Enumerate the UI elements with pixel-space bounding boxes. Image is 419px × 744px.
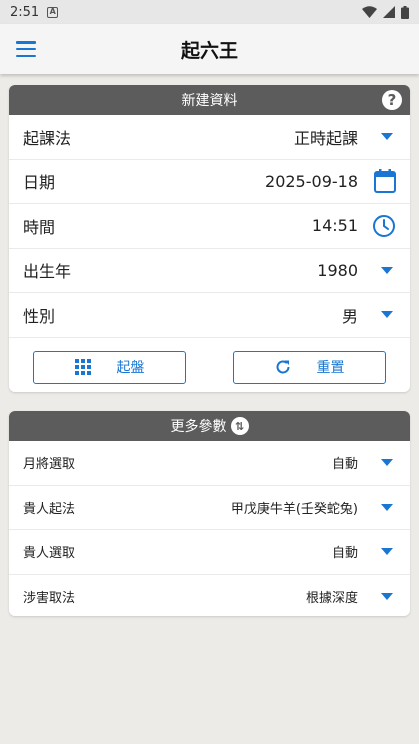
calendar-icon[interactable] (374, 169, 396, 194)
card-header: 新建資料 ? (9, 85, 410, 115)
start-button-label: 起盤 (116, 360, 145, 376)
status-time: 2:51 (10, 4, 40, 20)
month-general-value: 自動 (331, 457, 358, 473)
birth-year-label: 出生年 (23, 262, 72, 282)
card-header-title: 新建資料 (181, 93, 238, 109)
noble-select-label: 貴人選取 (23, 546, 76, 562)
more-params-card: 更多參數 ⇅ 月將選取 自動 貴人起法 甲戊庚牛羊(壬癸蛇兔) 貴人選取 自動 … (9, 411, 410, 616)
time-value: 14:51 (311, 216, 358, 236)
app-bar: 起六王 (0, 24, 419, 74)
time-row[interactable]: 時間 14:51 (9, 204, 410, 249)
dropdown-arrow-icon[interactable] (381, 548, 393, 556)
harm-method-label: 涉害取法 (23, 591, 76, 607)
start-button[interactable]: 起盤 (33, 350, 186, 384)
noble-method-row[interactable]: 貴人起法 甲戊庚牛羊(壬癸蛇兔) (9, 486, 410, 530)
new-record-card: 新建資料 ? 起課法 正時起課 日期 2025-09-18 時間 14:51 出… (9, 85, 410, 392)
noble-select-row[interactable]: 貴人選取 自動 (9, 530, 410, 575)
notification-icon: A (47, 6, 59, 18)
button-row: 起盤 重置 (9, 338, 410, 393)
dropdown-arrow-icon[interactable] (381, 503, 393, 511)
date-value: 2025-09-18 (265, 171, 358, 191)
date-row[interactable]: 日期 2025-09-18 (9, 160, 410, 204)
method-value: 正時起課 (293, 128, 358, 148)
grid-icon (74, 359, 91, 375)
method-label: 起課法 (23, 128, 72, 148)
dropdown-arrow-icon[interactable] (381, 311, 393, 319)
date-label: 日期 (23, 173, 56, 193)
harm-method-value: 根據深度 (305, 591, 358, 607)
help-icon[interactable]: ? (382, 90, 402, 110)
gender-row[interactable]: 性別 男 (9, 293, 410, 338)
noble-method-label: 貴人起法 (23, 501, 76, 517)
noble-select-value: 自動 (331, 546, 358, 562)
refresh-icon (276, 360, 289, 374)
noble-method-value: 甲戊庚牛羊(壬癸蛇兔) (230, 501, 358, 517)
dropdown-arrow-icon[interactable] (381, 459, 393, 467)
birth-year-value: 1980 (317, 260, 358, 280)
signal-icon (383, 6, 395, 18)
birth-year-row[interactable]: 出生年 1980 (9, 249, 410, 293)
menu-icon[interactable] (16, 41, 36, 57)
gender-value: 男 (341, 306, 358, 326)
month-general-label: 月將選取 (23, 457, 76, 473)
reset-button-label: 重置 (316, 360, 345, 376)
month-general-row[interactable]: 月將選取 自動 (9, 441, 410, 486)
card-header-title: 更多參數 (170, 419, 227, 435)
dropdown-arrow-icon[interactable] (381, 133, 393, 141)
swap-icon[interactable]: ⇅ (230, 417, 249, 435)
time-label: 時間 (23, 217, 56, 237)
card-header: 更多參數 ⇅ (9, 411, 410, 441)
dropdown-arrow-icon[interactable] (381, 593, 393, 601)
dropdown-arrow-icon[interactable] (381, 266, 393, 274)
gender-label: 性別 (23, 306, 56, 326)
wifi-icon (362, 6, 377, 18)
clock-icon[interactable] (372, 214, 396, 238)
method-row[interactable]: 起課法 正時起課 (9, 115, 410, 160)
harm-method-row[interactable]: 涉害取法 根據深度 (9, 575, 410, 617)
battery-icon (401, 5, 409, 19)
reset-button[interactable]: 重置 (233, 350, 386, 384)
page-title: 起六王 (180, 39, 238, 62)
status-bar: 2:51 A (0, 0, 419, 24)
